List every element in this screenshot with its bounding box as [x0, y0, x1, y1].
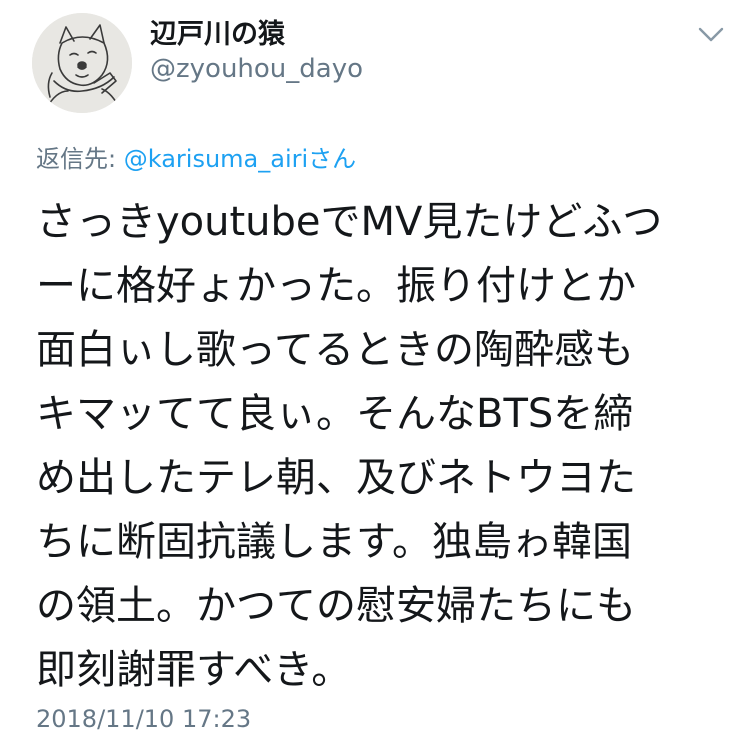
tweet-text: さっきyoutubeでMV見たけどふつ ーに格好ょかった。振り付けとか 面白ぃし…: [36, 199, 663, 693]
chevron-down-icon[interactable]: [694, 20, 728, 50]
tweet: 辺戸川の猿 @zyouhou_dayo 返信先: @karisuma_airiさ…: [0, 0, 750, 751]
reply-context: 返信先: @karisuma_airiさん: [36, 142, 356, 176]
avatar[interactable]: [32, 13, 132, 113]
reply-mention-link[interactable]: @karisuma_airiさん: [124, 145, 356, 173]
reply-prefix: 返信先:: [36, 145, 124, 173]
user-handle[interactable]: @zyouhou_dayo: [150, 52, 363, 86]
dog-sketch-icon: [32, 13, 132, 113]
timestamp[interactable]: 2018/11/10 17:23: [36, 702, 251, 736]
display-name[interactable]: 辺戸川の猿: [150, 18, 285, 52]
